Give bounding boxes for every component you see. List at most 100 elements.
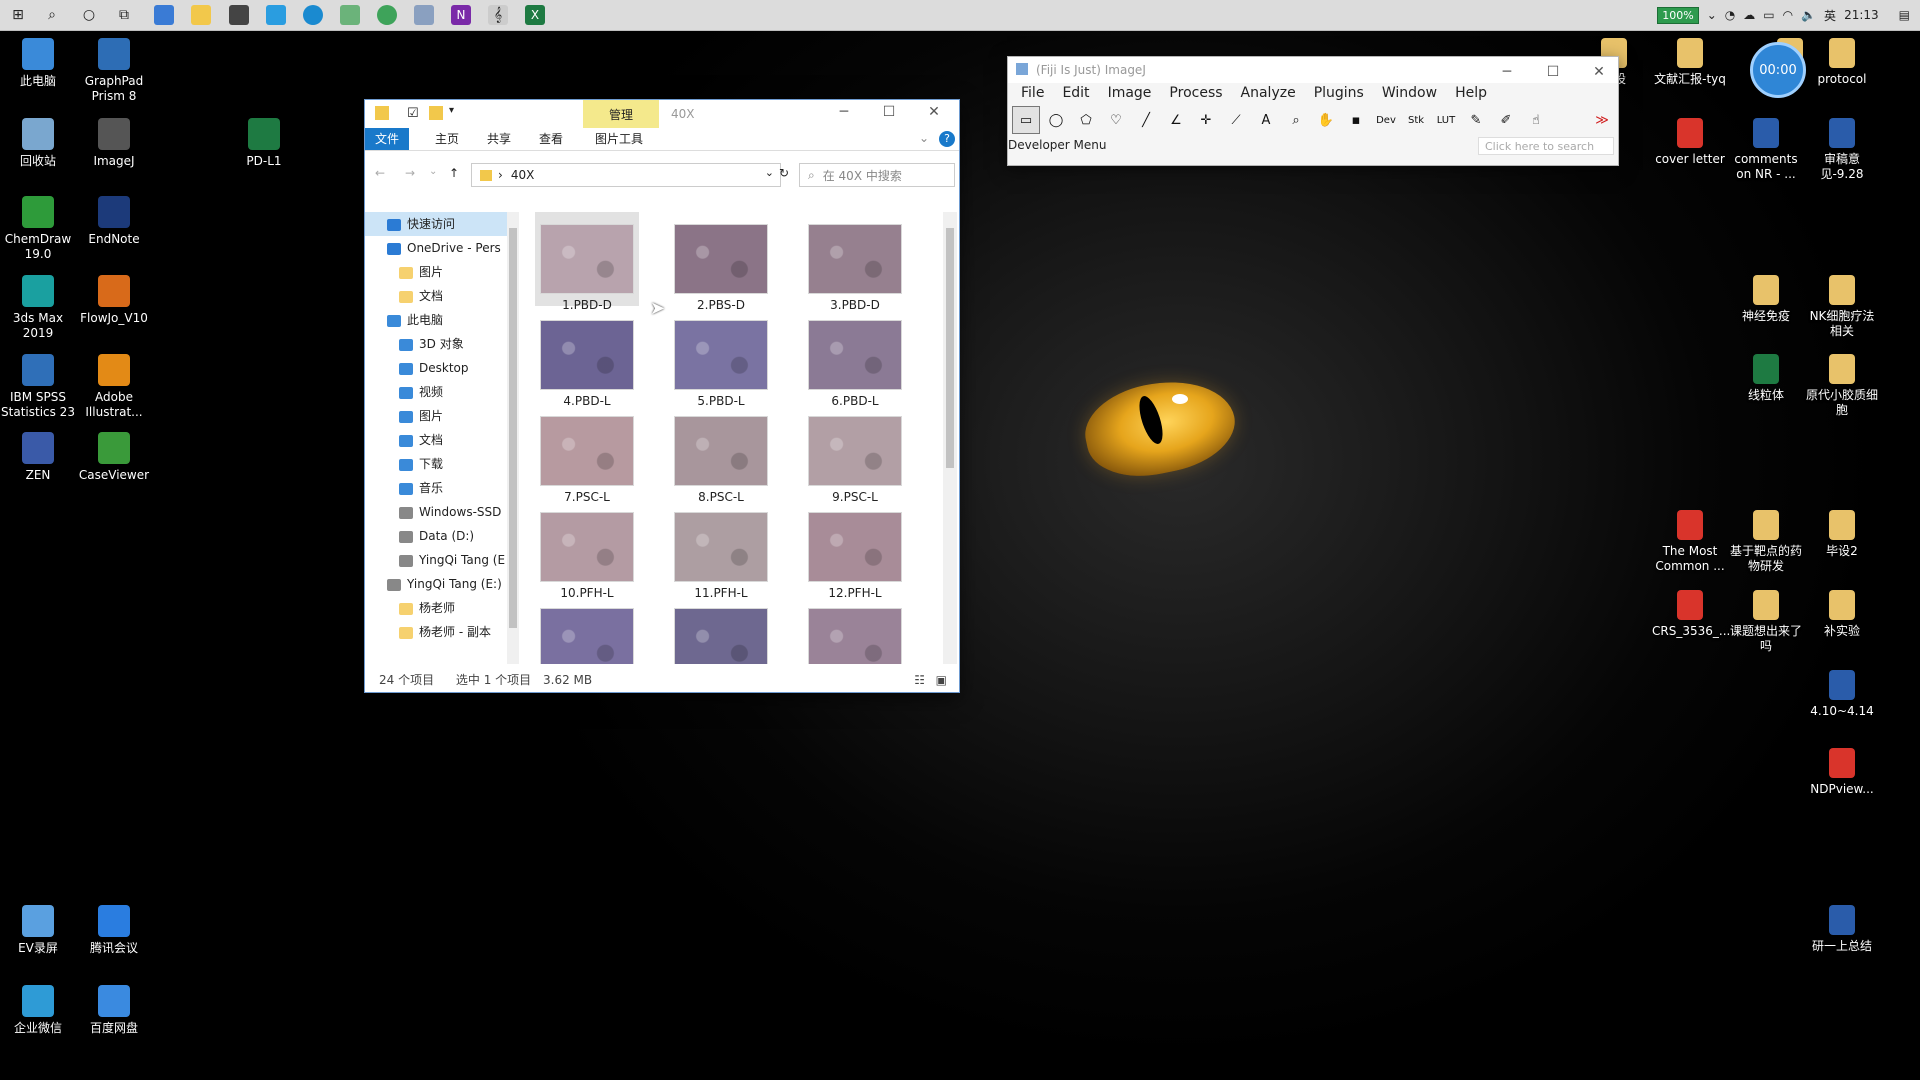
desktop-icon-right-11[interactable]: The Most Common ...	[1652, 510, 1728, 574]
freehand-tool-icon[interactable]: ♡	[1102, 106, 1130, 134]
desktop-icon-right-15[interactable]: 课题想出来了吗	[1728, 590, 1804, 654]
nav-item-2[interactable]: 图片	[365, 260, 507, 284]
desktop-icon-right-14[interactable]: CRS_3536_...	[1652, 590, 1730, 639]
desktop-icon-right-12[interactable]: 基于靶点的药物研发	[1728, 510, 1804, 574]
search-icon[interactable]: ⌕	[42, 5, 62, 25]
desktop-icon-right-4[interactable]: cover letter	[1652, 118, 1728, 167]
nav-item-12[interactable]: Windows-SSD	[365, 500, 507, 524]
nav-item-0[interactable]: 快速访问	[365, 212, 507, 236]
desktop-icon-9[interactable]: IBM SPSS Statistics 23	[0, 354, 76, 420]
file-thumbnail[interactable]: 5.PBD-L	[669, 308, 773, 408]
nav-item-9[interactable]: 文档	[365, 428, 507, 452]
file-thumbnail[interactable]: 11.PFH-L	[669, 500, 773, 600]
desktop-icon-15[interactable]: 企业微信	[0, 985, 76, 1036]
file-thumbnail[interactable]: 3.PBD-D	[803, 212, 907, 312]
flood-fill-icon[interactable]: ☝	[1522, 106, 1550, 134]
menu-plugins[interactable]: Plugins	[1305, 83, 1373, 105]
quick-access-dropdown-icon[interactable]: ▾	[449, 105, 454, 116]
desktop-icon-8[interactable]: FlowJo_V10	[76, 275, 152, 326]
desktop-icon-right-16[interactable]: 补实验	[1804, 590, 1880, 639]
forward-arrow-icon[interactable]: →	[405, 166, 415, 180]
command-search-input[interactable]: Click here to search	[1478, 137, 1614, 155]
scrollbar-thumb[interactable]	[509, 228, 517, 628]
up-arrow-icon[interactable]: ↑	[449, 166, 459, 180]
stack-menu-icon[interactable]: Stk	[1402, 106, 1430, 134]
pencil-tool-icon[interactable]: ✎	[1462, 106, 1490, 134]
desktop-icon-right-3[interactable]: protocol	[1804, 38, 1880, 87]
desktop-icon-right-18[interactable]: NDPview...	[1804, 748, 1880, 797]
nav-item-6[interactable]: Desktop	[365, 356, 507, 380]
nav-item-8[interactable]: 图片	[365, 404, 507, 428]
onenote-app-icon[interactable]: N	[451, 5, 471, 25]
tab-share[interactable]: 共享	[477, 128, 521, 150]
manage-context-tab[interactable]: 管理	[583, 100, 659, 128]
mail-app-icon[interactable]	[154, 5, 174, 25]
nav-item-14[interactable]: YingQi Tang (E	[365, 548, 507, 572]
desktop-icon-0[interactable]: 此电脑	[0, 38, 76, 89]
minimize-button[interactable]: ─	[829, 104, 859, 124]
lut-menu-icon[interactable]: LUT	[1432, 106, 1460, 134]
desktop-icon-right-17[interactable]: 4.10~4.14	[1804, 670, 1880, 719]
volume-icon[interactable]: 🔈	[1801, 8, 1816, 22]
desktop-icon-right-6[interactable]: 审稿意见-9.28	[1804, 118, 1880, 182]
desktop-icon-10[interactable]: Adobe Illustrat...	[76, 354, 152, 420]
close-button[interactable]: ✕	[1584, 59, 1614, 80]
brush-tool-icon[interactable]: ✐	[1492, 106, 1520, 134]
text-tool-icon[interactable]: A	[1252, 106, 1280, 134]
desktop-icon-right-9[interactable]: 线粒体	[1728, 354, 1804, 403]
wand-tool-icon[interactable]: ⟋	[1222, 106, 1250, 134]
point-tool-icon[interactable]: ✛	[1192, 106, 1220, 134]
new-folder-icon[interactable]	[429, 106, 443, 120]
menu-image[interactable]: Image	[1099, 83, 1161, 105]
desktop-icon-right-1[interactable]: 文献汇报-tyq	[1652, 38, 1728, 87]
nav-item-5[interactable]: 3D 对象	[365, 332, 507, 356]
tab-file[interactable]: 文件	[365, 128, 409, 150]
desktop-icon-1[interactable]: GraphPad Prism 8	[76, 38, 152, 104]
magnifier-tool-icon[interactable]: ⌕	[1282, 106, 1310, 134]
address-bar[interactable]: › 40X ⌄	[471, 163, 781, 187]
app-icon[interactable]	[340, 5, 360, 25]
maximize-button[interactable]: ☐	[874, 104, 904, 124]
menu-window[interactable]: Window	[1373, 83, 1446, 105]
navigation-scrollbar[interactable]	[507, 212, 519, 664]
recent-chevron-icon[interactable]: ⌄	[429, 166, 437, 177]
close-button[interactable]: ✕	[919, 104, 949, 124]
dev-menu-icon[interactable]: Dev	[1372, 106, 1400, 134]
desktop-icon-right-7[interactable]: 神经免疫	[1728, 275, 1804, 324]
cloud-icon[interactable]: ☁	[1743, 8, 1755, 22]
file-thumbnail[interactable]	[803, 596, 907, 664]
cortana-icon[interactable]: ○	[79, 5, 99, 25]
tab-home[interactable]: 主页	[425, 128, 469, 150]
desktop-icon-7[interactable]: 3ds Max 2019	[0, 275, 76, 341]
file-thumbnail[interactable]: 12.PFH-L	[803, 500, 907, 600]
menu-help[interactable]: Help	[1446, 83, 1496, 105]
desktop-icon-13[interactable]: EV录屏	[0, 905, 76, 956]
desktop-icon-4[interactable]: PD-L1	[226, 118, 302, 169]
excel-app-icon[interactable]: X	[525, 5, 545, 25]
app-icon[interactable]	[229, 5, 249, 25]
desktop-icon-right-8[interactable]: NK细胞疗法相关	[1804, 275, 1880, 339]
chevron-down-icon[interactable]: ⌄	[765, 166, 774, 179]
wechat-app-icon[interactable]	[377, 5, 397, 25]
properties-icon[interactable]: ☑	[407, 106, 419, 121]
desktop-icon-right-19[interactable]: 研一上总结	[1804, 905, 1880, 954]
angle-tool-icon[interactable]: ∠	[1162, 106, 1190, 134]
ribbon-expand-icon[interactable]: ⌄	[919, 131, 929, 145]
file-thumbnail[interactable]	[535, 596, 639, 664]
desktop-icon-3[interactable]: ImageJ	[76, 118, 152, 169]
menu-file[interactable]: File	[1012, 83, 1053, 105]
imagej-app-icon[interactable]: 𝄞	[488, 5, 508, 25]
battery-indicator[interactable]: 100%	[1657, 6, 1699, 24]
nav-item-1[interactable]: OneDrive - Pers	[365, 236, 507, 260]
browser-app-icon[interactable]	[266, 5, 286, 25]
windows-start-icon[interactable]: ⊞	[8, 5, 28, 25]
task-view-icon[interactable]: ⧉	[114, 5, 134, 25]
nav-item-7[interactable]: 视频	[365, 380, 507, 404]
file-thumbnail[interactable]: 7.PSC-L	[535, 404, 639, 504]
more-tools-icon[interactable]: ≫	[1588, 106, 1616, 134]
maximize-button[interactable]: ☐	[1538, 59, 1568, 80]
edge-app-icon[interactable]	[303, 5, 323, 25]
file-thumbnail[interactable]: 1.PBD-D	[535, 212, 639, 312]
battery-icon[interactable]: ▭	[1763, 8, 1774, 22]
nav-item-16[interactable]: 杨老师	[365, 596, 507, 620]
